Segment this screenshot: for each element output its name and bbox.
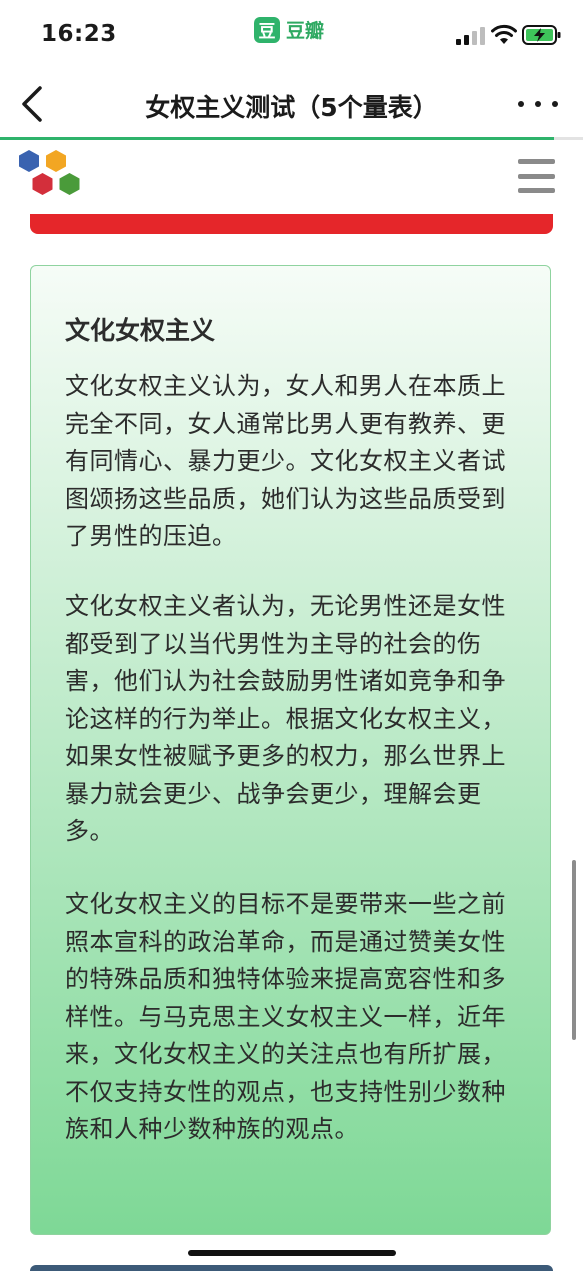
signal-icon — [456, 27, 485, 45]
douban-logo-icon: 豆 — [254, 16, 280, 43]
cultural-feminism-card: 文化女权主义 文化女权主义认为，女人和男人在本质上完全不同，女人通常比男人更有教… — [30, 265, 551, 1235]
card-paragraph: 文化女权主义者认为，无论男性还是女性都受到了以当代男性为主导的社会的伤害，他们认… — [65, 592, 506, 845]
card-title: 文化女权主义 — [65, 316, 216, 345]
next-section-edge — [30, 1265, 553, 1271]
card-paragraph: 文化女权主义认为，女人和男人在本质上完全不同，女人通常比男人更有教养、更有同情心… — [65, 372, 506, 550]
app-indicator: 豆 豆瓣 — [254, 16, 324, 43]
page-title: 女权主义测试（5个量表） — [145, 93, 438, 122]
more-dot — [518, 101, 524, 107]
hexagon-cluster-logo[interactable] — [14, 148, 86, 206]
menu-bar — [518, 159, 555, 164]
red-banner-strip — [30, 214, 553, 234]
menu-bar — [518, 188, 555, 193]
site-header — [0, 140, 583, 218]
back-button[interactable] — [16, 84, 50, 124]
menu-bar — [518, 173, 555, 179]
more-dot — [535, 101, 541, 107]
status-time: 16:23 — [41, 21, 117, 47]
more-button[interactable] — [518, 92, 558, 116]
status-bar: 16:23 豆 豆瓣 — [0, 0, 583, 70]
battery-charging-icon — [522, 25, 561, 45]
wifi-icon — [491, 24, 517, 44]
navigation-bar: 女权主义测试（5个量表） — [0, 70, 583, 138]
more-dot — [552, 101, 558, 107]
card-paragraph: 文化女权主义的目标不是要带来一些之前照本宣科的政治革命，而是通过赞美女性的特殊品… — [65, 890, 506, 1143]
app-name: 豆瓣 — [286, 20, 325, 42]
home-indicator[interactable] — [188, 1250, 396, 1256]
hamburger-menu-icon[interactable] — [518, 159, 555, 193]
scrollbar[interactable] — [572, 860, 576, 1040]
